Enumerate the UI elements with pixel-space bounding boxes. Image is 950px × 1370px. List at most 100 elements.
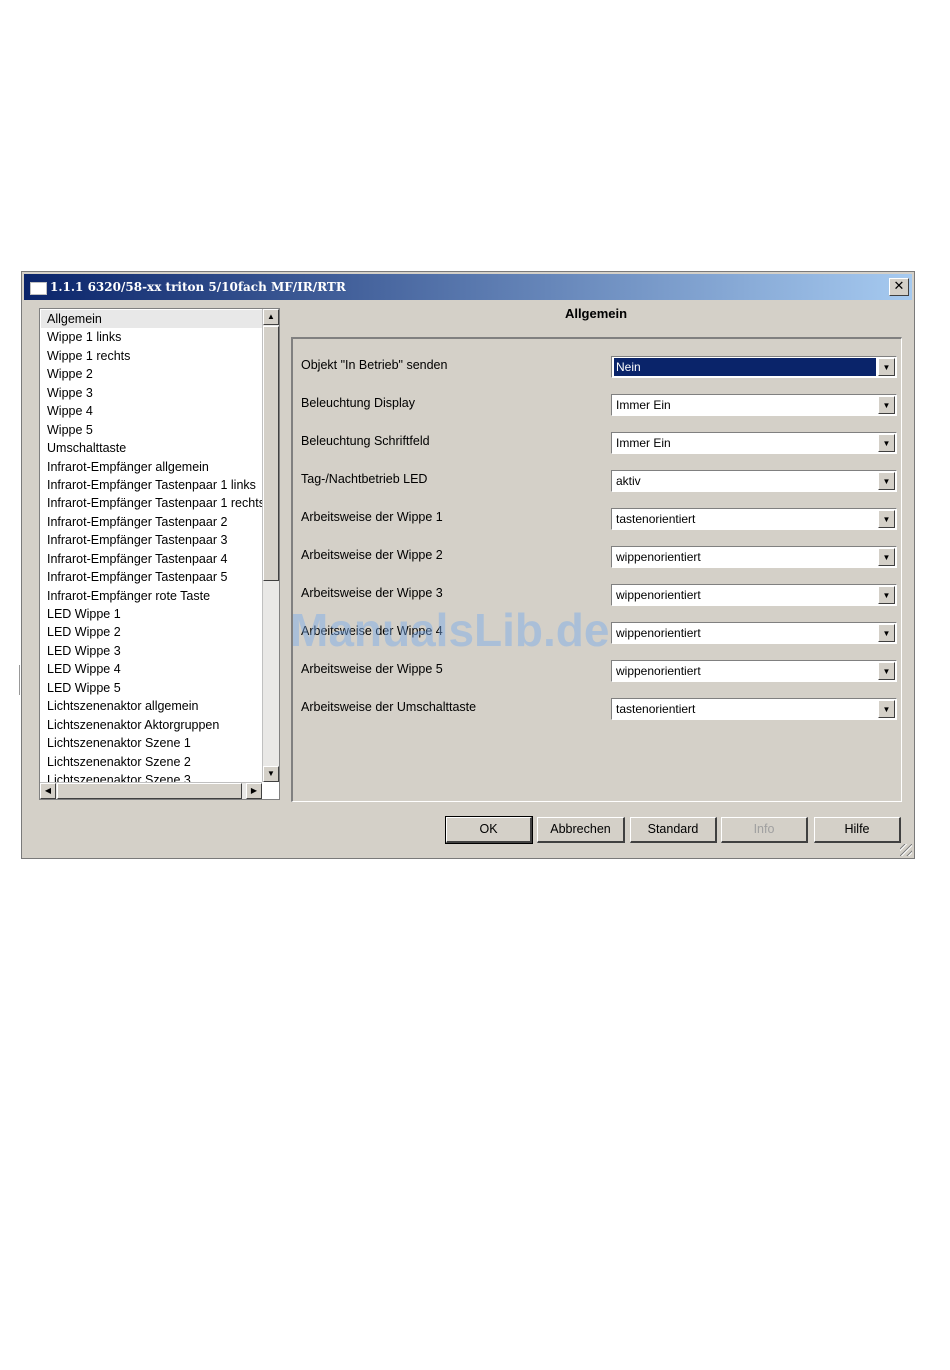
setting-label: Objekt "In Betrieb" senden	[301, 358, 448, 372]
list-item[interactable]: LED Wippe 4	[41, 660, 263, 678]
help-button[interactable]: Hilfe	[814, 817, 901, 843]
dropdown-value: aktiv	[616, 474, 641, 488]
setting-label: Arbeitsweise der Wippe 2	[301, 548, 443, 562]
list-item[interactable]: LED Wippe 3	[41, 642, 263, 660]
list-item[interactable]: Lichtszenenaktor Szene 2	[41, 753, 263, 771]
chevron-down-icon[interactable]: ▼	[878, 472, 895, 490]
list-item[interactable]: Infrarot-Empfänger Tastenpaar 2	[41, 513, 263, 531]
setting-dropdown[interactable]: tastenorientiert ▼	[611, 508, 897, 530]
scroll-right-icon[interactable]: ▶	[246, 783, 262, 799]
chevron-down-icon[interactable]: ▼	[878, 434, 895, 452]
setting-label: Arbeitsweise der Umschalttaste	[301, 700, 477, 714]
list-item[interactable]: Wippe 5	[41, 421, 263, 439]
list-item[interactable]: Wippe 4	[41, 402, 263, 420]
dropdown-value: Nein	[613, 357, 877, 377]
chevron-down-icon[interactable]: ▼	[878, 510, 895, 528]
setting-row: Arbeitsweise der Wippe 5 wippenorientiert…	[293, 660, 901, 684]
scroll-down-icon[interactable]: ▼	[263, 766, 279, 782]
dropdown-value: wippenorientiert	[616, 664, 701, 678]
dropdown-value: Immer Ein	[616, 398, 671, 412]
horizontal-scrollbar[interactable]: ◀ ▶	[40, 782, 262, 799]
setting-dropdown[interactable]: wippenorientiert ▼	[611, 660, 897, 682]
cancel-button[interactable]: Abbrechen	[537, 817, 625, 843]
list-item[interactable]: Wippe 1 rechts	[41, 347, 263, 365]
window-icon	[30, 282, 47, 295]
vertical-scrollbar[interactable]: ▲ ▼	[262, 309, 279, 782]
list-item[interactable]: Wippe 3	[41, 384, 263, 402]
setting-row: Arbeitsweise der Wippe 4 wippenorientiert…	[293, 622, 901, 646]
setting-label: Beleuchtung Display	[301, 396, 415, 410]
panel-title: Allgemein	[564, 306, 628, 321]
setting-row: Arbeitsweise der Wippe 1 tastenorientiert…	[293, 508, 901, 532]
list-item[interactable]: Allgemein	[41, 310, 263, 329]
settings-panel: Objekt "In Betrieb" senden Nein ▼ Beleuchtu…	[291, 337, 902, 802]
vertical-scroll-thumb[interactable]	[263, 326, 279, 581]
info-button[interactable]: Info	[721, 817, 808, 843]
setting-row: Arbeitsweise der Umschalttaste tastenorie…	[293, 698, 901, 722]
setting-label: Arbeitsweise der Wippe 1	[301, 510, 443, 524]
page-edge-mark	[19, 665, 20, 695]
list-item[interactable]: LED Wippe 1	[41, 605, 263, 623]
list-items-container: Allgemein Wippe 1 links Wippe 1 rechts Wipp…	[41, 310, 263, 782]
horizontal-scroll-thumb[interactable]	[57, 783, 242, 799]
setting-label: Arbeitsweise der Wippe 5	[301, 662, 443, 676]
setting-row: Tag-/Nachtbetrieb LED aktiv ▼	[293, 470, 901, 494]
parameter-dialog: 1.1.1 6320/58-xx triton 5/10fach MF/IR/R…	[21, 271, 915, 859]
list-item[interactable]: Wippe 1 links	[41, 328, 263, 346]
close-button[interactable]: ✕	[889, 278, 909, 296]
standard-button[interactable]: Standard	[630, 817, 717, 843]
ok-button[interactable]: OK	[445, 816, 533, 844]
list-item[interactable]: Umschalttaste	[41, 439, 263, 457]
chevron-down-icon[interactable]: ▼	[878, 700, 895, 718]
list-item[interactable]: Lichtszenenaktor allgemein	[41, 697, 263, 715]
dropdown-value: tastenorientiert	[616, 512, 696, 526]
list-item[interactable]: Lichtszenenaktor Aktorgruppen	[41, 716, 263, 734]
setting-dropdown[interactable]: wippenorientiert ▼	[611, 622, 897, 644]
setting-label: Tag-/Nachtbetrieb LED	[301, 472, 428, 486]
list-item[interactable]: LED Wippe 5	[41, 679, 263, 697]
chevron-down-icon[interactable]: ▼	[878, 548, 895, 566]
setting-dropdown[interactable]: aktiv ▼	[611, 470, 897, 492]
list-item[interactable]: Infrarot-Empfänger Tastenpaar 1 rechts	[41, 494, 263, 512]
chevron-down-icon[interactable]: ▼	[878, 358, 895, 376]
list-item[interactable]: Infrarot-Empfänger Tastenpaar 1 links	[41, 476, 263, 494]
list-item[interactable]: Lichtszenenaktor Szene 3	[41, 771, 263, 782]
setting-row: Beleuchtung Display Immer Ein ▼	[293, 394, 901, 418]
setting-dropdown[interactable]: tastenorientiert ▼	[611, 698, 897, 720]
setting-dropdown[interactable]: Nein ▼	[611, 356, 897, 378]
dropdown-value: Immer Ein	[616, 436, 671, 450]
chevron-down-icon[interactable]: ▼	[878, 396, 895, 414]
list-item[interactable]: Lichtszenenaktor Szene 1	[41, 734, 263, 752]
chevron-down-icon[interactable]: ▼	[878, 662, 895, 680]
chevron-down-icon[interactable]: ▼	[878, 586, 895, 604]
dropdown-value: wippenorientiert	[616, 588, 701, 602]
setting-row: Beleuchtung Schriftfeld Immer Ein ▼	[293, 432, 901, 456]
parameter-category-list[interactable]: Allgemein Wippe 1 links Wippe 1 rechts Wipp…	[39, 308, 280, 800]
dropdown-value: wippenorientiert	[616, 626, 701, 640]
setting-label: Beleuchtung Schriftfeld	[301, 434, 430, 448]
setting-dropdown[interactable]: wippenorientiert ▼	[611, 546, 897, 568]
chevron-down-icon[interactable]: ▼	[878, 624, 895, 642]
list-item[interactable]: Infrarot-Empfänger rote Taste	[41, 587, 263, 605]
setting-dropdown[interactable]: wippenorientiert ▼	[611, 584, 897, 606]
setting-label: Arbeitsweise der Wippe 4	[301, 624, 443, 638]
list-item[interactable]: Infrarot-Empfänger Tastenpaar 3	[41, 531, 263, 549]
dropdown-value: tastenorientiert	[616, 702, 696, 716]
resize-grip-icon[interactable]	[900, 844, 912, 856]
list-item[interactable]: Infrarot-Empfänger Tastenpaar 4	[41, 550, 263, 568]
setting-dropdown[interactable]: Immer Ein ▼	[611, 432, 897, 454]
setting-row: Arbeitsweise der Wippe 3 wippenorientiert…	[293, 584, 901, 608]
setting-label: Arbeitsweise der Wippe 3	[301, 586, 443, 600]
list-item[interactable]: LED Wippe 2	[41, 623, 263, 641]
window-title: 1.1.1 6320/58-xx triton 5/10fach MF/IR/R…	[50, 280, 346, 294]
scroll-up-icon[interactable]: ▲	[263, 309, 279, 325]
list-item[interactable]: Infrarot-Empfänger Tastenpaar 5	[41, 568, 263, 586]
scroll-left-icon[interactable]: ◀	[40, 783, 56, 799]
setting-row: Objekt "In Betrieb" senden Nein ▼	[293, 356, 901, 380]
list-item[interactable]: Infrarot-Empfänger allgemein	[41, 458, 263, 476]
title-bar[interactable]: 1.1.1 6320/58-xx triton 5/10fach MF/IR/R…	[24, 274, 912, 300]
list-item[interactable]: Wippe 2	[41, 365, 263, 383]
setting-dropdown[interactable]: Immer Ein ▼	[611, 394, 897, 416]
setting-row: Arbeitsweise der Wippe 2 wippenorientiert…	[293, 546, 901, 570]
dropdown-value: wippenorientiert	[616, 550, 701, 564]
